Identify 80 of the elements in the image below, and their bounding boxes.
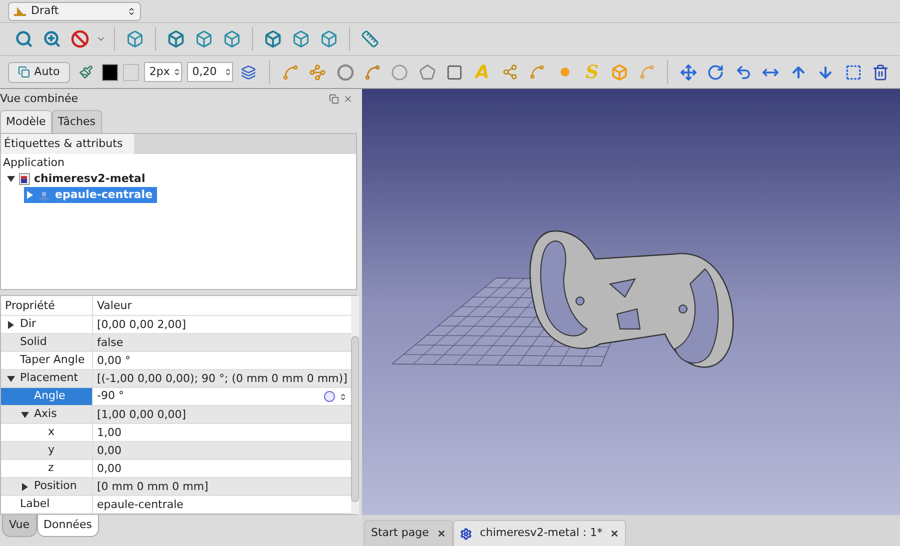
measure-icon	[361, 30, 379, 48]
property-value: [0,00 0,00 2,00]	[96, 317, 188, 333]
document-icon	[19, 173, 30, 185]
expand-arrow-icon[interactable]	[7, 320, 15, 328]
polygon-icon	[418, 64, 436, 80]
fit-selection-icon	[43, 30, 61, 48]
property-name[interactable]: Position	[1, 478, 93, 495]
property-name[interactable]: z	[1, 460, 93, 477]
circle-icon	[336, 64, 354, 80]
property-value: [0 mm 0 mm 0 mm]	[96, 479, 210, 495]
tree-item[interactable]: epaule-centrale	[24, 187, 157, 203]
property-value: epaule-centrale	[96, 497, 184, 513]
bottom-view-icon	[292, 30, 310, 48]
tree-root-label: Application	[2, 155, 66, 171]
collapse-arrow-icon[interactable]	[21, 410, 29, 418]
close-icon[interactable]	[343, 94, 353, 104]
close-icon[interactable]	[436, 529, 446, 538]
spinner-icon[interactable]	[224, 68, 232, 76]
panel-tab[interactable]: Données	[36, 515, 99, 537]
property-value: 0,00	[96, 443, 122, 459]
move-icon	[680, 64, 697, 80]
layer-icon	[241, 64, 256, 80]
property-value: 1,00	[96, 425, 122, 441]
column-header: Valeur	[96, 298, 133, 314]
construction-mode-button[interactable]: Auto	[8, 62, 70, 82]
panel-tab[interactable]: Modèle	[0, 110, 52, 133]
3d-viewport[interactable]	[362, 89, 900, 515]
property-name[interactable]: Placement	[1, 370, 93, 387]
point-icon	[560, 67, 570, 77]
rectangle-icon	[446, 64, 464, 80]
left-view-icon	[320, 30, 338, 48]
spinner-icon[interactable]	[339, 392, 348, 400]
isometric-view-icon	[126, 30, 144, 48]
rotate-icon	[707, 64, 724, 80]
panel-title: Vue combinée	[0, 90, 78, 107]
drafting-icon	[13, 5, 27, 17]
property-name[interactable]: Solid	[1, 334, 93, 351]
property-name[interactable]: Taper Angle	[1, 352, 93, 369]
spinner-icon	[127, 6, 136, 16]
document-tab[interactable]: chimeresv2-metal : 1*	[452, 520, 626, 546]
font-size-field[interactable]: 0,20	[187, 62, 233, 82]
property-name[interactable]: y	[1, 442, 93, 459]
spinner-icon[interactable]	[173, 68, 182, 76]
scrollbar-thumb[interactable]	[351, 336, 360, 502]
float-panel-icon[interactable]	[329, 94, 339, 104]
close-icon[interactable]	[610, 529, 620, 538]
property-value: [1,00 0,00 0,00]	[96, 407, 188, 423]
property-name[interactable]: Axis	[1, 406, 93, 423]
property-value: 0,00 °	[96, 353, 132, 369]
right-view-icon	[223, 30, 241, 48]
property-name[interactable]: Dir	[1, 316, 93, 333]
fit-all-icon	[15, 30, 33, 48]
apply-style-icon	[79, 65, 94, 79]
property-name[interactable]: Angle	[1, 388, 93, 405]
panel-tab[interactable]: Vue	[2, 515, 37, 537]
workbench-dropdown[interactable]: Draft	[8, 2, 141, 20]
mode-label: Auto	[34, 64, 60, 80]
collapse-arrow-icon[interactable]	[7, 175, 15, 183]
expression-icon[interactable]	[324, 391, 336, 402]
expand-arrow-icon[interactable]	[21, 482, 29, 490]
property-value: 0,00	[96, 461, 122, 477]
line-color-swatch[interactable]	[102, 64, 118, 80]
property-name[interactable]: Label	[1, 496, 93, 513]
column-header: Étiquettes & attributs	[1, 134, 134, 154]
property-name[interactable]: x	[1, 424, 93, 441]
line-width-field[interactable]: 2px	[144, 62, 182, 82]
arc-icon	[364, 64, 381, 80]
extrusion-icon	[38, 190, 51, 200]
document-tab[interactable]: Start page	[364, 520, 453, 546]
property-value: false	[96, 335, 124, 351]
top-view-icon	[195, 30, 213, 48]
rear-view-icon	[264, 30, 282, 48]
property-value: [(-1,00 0,00 0,00); 90 °; (0 mm 0 mm 0 mm)]	[96, 371, 348, 387]
face-color-swatch[interactable]	[123, 64, 140, 80]
stop-icon	[71, 30, 89, 48]
column-header: Propriété	[1, 296, 93, 315]
tree-item[interactable]: chimeresv2-metal	[1, 171, 150, 187]
collapse-arrow-icon[interactable]	[7, 374, 15, 382]
front-view-icon	[167, 30, 185, 48]
panel-tab[interactable]: Tâches	[52, 110, 102, 133]
